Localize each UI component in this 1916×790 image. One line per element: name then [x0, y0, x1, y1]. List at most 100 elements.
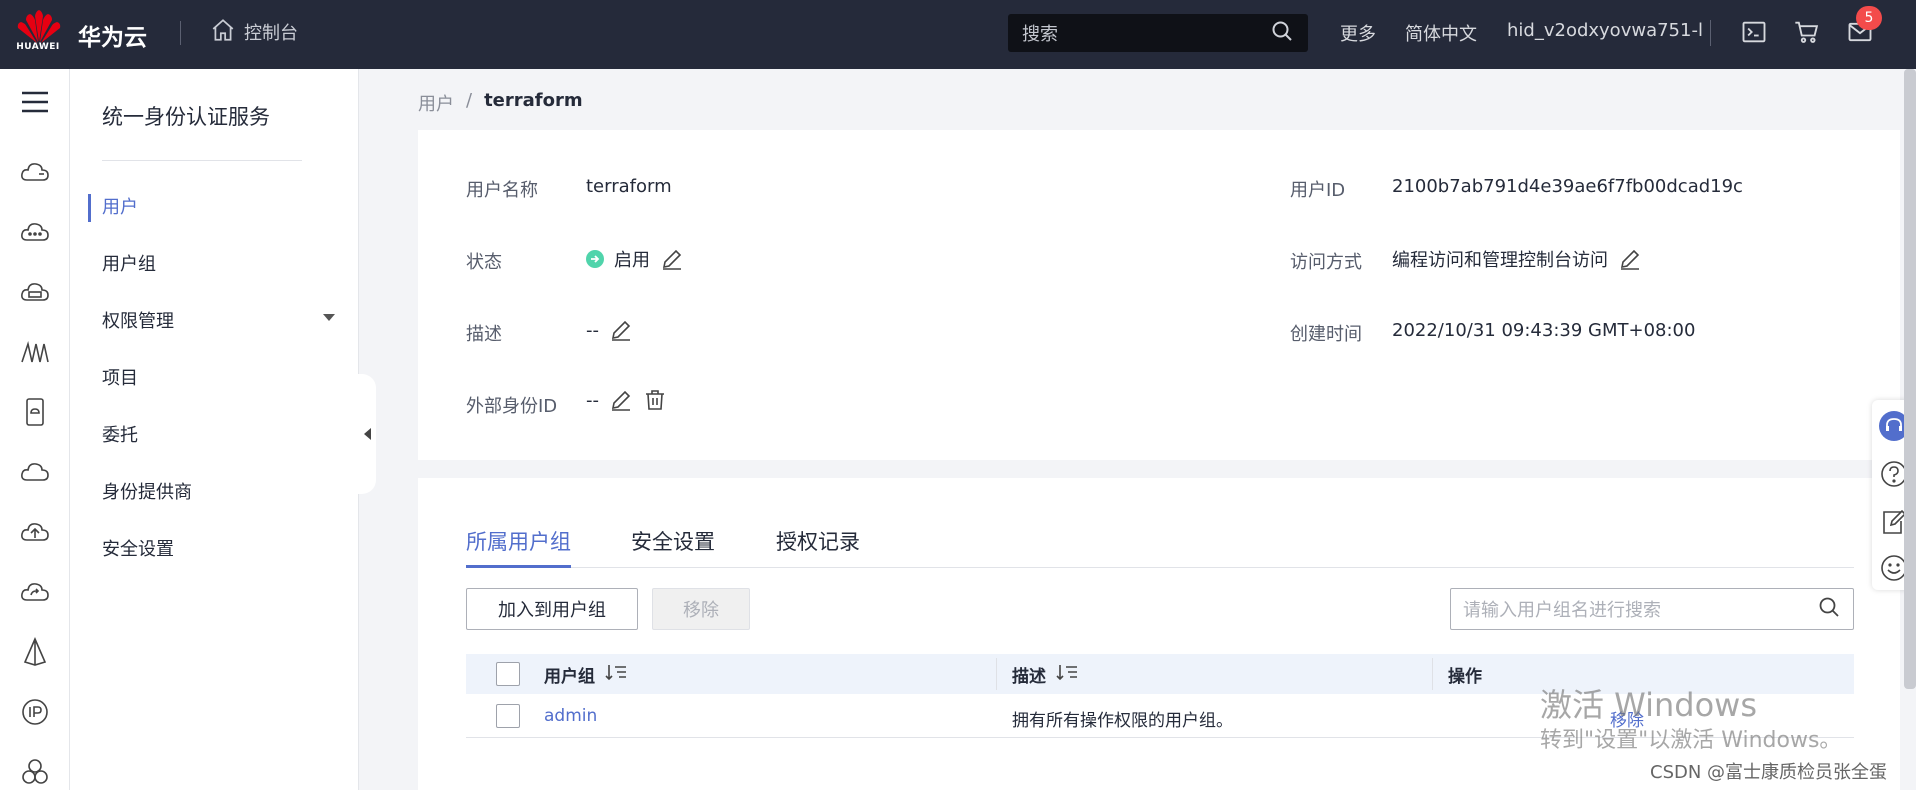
- menu-icon[interactable]: [18, 85, 52, 119]
- tower-icon[interactable]: [18, 635, 52, 669]
- sidebar-item-user-groups[interactable]: 用户组: [102, 250, 156, 276]
- cloud-more-icon[interactable]: [18, 215, 52, 249]
- group-name-link[interactable]: admin: [544, 706, 597, 726]
- external-id-label: 外部身份ID: [466, 396, 558, 417]
- group-search-placeholder: 请输入用户组名进行搜索: [1463, 600, 1661, 621]
- add-to-group-button[interactable]: 加入到用户组: [466, 588, 638, 630]
- username-text: terraform: [586, 176, 672, 197]
- ip-icon[interactable]: [18, 695, 52, 729]
- sidebar-item-security-settings[interactable]: 安全设置: [102, 535, 174, 561]
- sidebar-title: 统一身份认证服务: [102, 105, 270, 129]
- cloud-server-icon[interactable]: [18, 155, 52, 189]
- logo-text: HUAWEI: [16, 42, 60, 52]
- external-id-text: --: [586, 389, 599, 411]
- column-divider: [996, 658, 997, 690]
- row-checkbox[interactable]: [496, 704, 520, 728]
- more-link[interactable]: 更多: [1340, 20, 1376, 46]
- windows-activation-subtitle: 转到"设置"以激活 Windows。: [1540, 728, 1842, 753]
- column-description-label: 描述: [1012, 667, 1046, 687]
- column-action-label: 操作: [1448, 667, 1482, 687]
- console-label: 控制台: [244, 23, 298, 44]
- column-group-header[interactable]: 用户组: [544, 662, 627, 687]
- column-action-header: 操作: [1448, 662, 1482, 687]
- csdn-watermark: CSDN @富士康质检员张全蛋: [1650, 762, 1888, 783]
- created-time-label: 创建时间: [1290, 324, 1362, 345]
- column-divider: [1432, 658, 1433, 690]
- sidebar-item-users[interactable]: 用户: [102, 193, 138, 219]
- username-value: terraform: [586, 176, 672, 197]
- delete-external-id-icon[interactable]: [643, 388, 667, 412]
- console-link[interactable]: 控制台: [210, 18, 298, 46]
- sidebar-item-agencies[interactable]: 委托: [102, 421, 138, 447]
- sidebar-active-indicator: [88, 194, 91, 222]
- top-bar: HUAWEI 华为云 控制台 搜索 更多 简体中文 hid_v2odxyovwa…: [0, 0, 1916, 69]
- terminal-icon[interactable]: [1740, 18, 1768, 46]
- windows-activation-title: 激活 Windows: [1540, 686, 1758, 724]
- edit-external-id-icon[interactable]: [609, 388, 633, 412]
- topbar-divider: [180, 21, 181, 45]
- tab-bar: 所属用户组 安全设置 授权记录: [466, 526, 1854, 568]
- topbar-divider: [1710, 20, 1711, 46]
- tab-security-settings[interactable]: 安全设置: [631, 526, 715, 568]
- home-icon: [210, 17, 236, 48]
- user-id-text: 2100b7ab791d4e39ae6f7fb00dcad19c: [1392, 176, 1743, 197]
- sort-icon[interactable]: [605, 663, 627, 686]
- global-search-input[interactable]: 搜索: [1008, 14, 1308, 52]
- group-description: 拥有所有操作权限的用户组。: [1012, 711, 1233, 731]
- sidebar: 统一身份认证服务 用户 用户组 权限管理 项目 委托 身份提供商 安全设置: [70, 69, 359, 790]
- phone-cloud-icon[interactable]: [18, 395, 52, 429]
- cluster-icon[interactable]: [18, 755, 52, 789]
- created-time-value: 2022/10/31 09:43:39 GMT+08:00: [1392, 320, 1695, 341]
- edit-description-icon[interactable]: [609, 318, 633, 342]
- cloud-storage-icon[interactable]: [18, 275, 52, 309]
- sort-icon[interactable]: [1056, 663, 1078, 686]
- access-mode-text: 编程访问和管理控制台访问: [1392, 250, 1608, 271]
- status-text: 启用: [614, 250, 650, 271]
- description-value: --: [586, 318, 633, 342]
- user-detail-card: 用户名称 terraform 状态 启用 描述 -- 外部身份ID -- 用户I…: [418, 130, 1900, 460]
- status-enabled-icon: [586, 250, 604, 268]
- page-scrollbar[interactable]: [1904, 69, 1916, 689]
- user-id-label: 用户ID: [1290, 180, 1346, 201]
- breadcrumb-parent[interactable]: 用户: [418, 90, 454, 116]
- edit-access-mode-icon[interactable]: [1618, 247, 1642, 271]
- search-icon[interactable]: [1270, 19, 1294, 48]
- group-search-input[interactable]: 请输入用户组名进行搜索: [1450, 588, 1854, 630]
- network-icon[interactable]: [18, 335, 52, 369]
- huawei-logo-icon[interactable]: [14, 10, 64, 60]
- sidebar-item-permissions[interactable]: 权限管理: [102, 307, 174, 333]
- select-all-checkbox[interactable]: [496, 662, 520, 686]
- remove-button[interactable]: 移除: [652, 588, 750, 630]
- sidebar-item-identity-providers[interactable]: 身份提供商: [102, 478, 192, 504]
- cloud-upload-icon[interactable]: [18, 515, 52, 549]
- chevron-left-icon: [363, 428, 371, 440]
- username-menu[interactable]: hid_v2odxyovwa751-l: [1507, 20, 1703, 41]
- cloud-refresh-icon[interactable]: [18, 575, 52, 609]
- column-group-label: 用户组: [544, 667, 595, 687]
- tab-authorization-records[interactable]: 授权记录: [776, 526, 860, 568]
- sidebar-collapse-button[interactable]: [358, 374, 376, 494]
- service-icon-rail: [0, 69, 70, 790]
- external-id-value: --: [586, 388, 667, 412]
- description-text: --: [586, 319, 599, 341]
- description-label: 描述: [466, 324, 502, 345]
- username-label: 用户名称: [466, 180, 538, 201]
- tab-user-groups[interactable]: 所属用户组: [466, 526, 571, 568]
- status-value: 启用: [586, 246, 684, 272]
- cloud-icon[interactable]: [18, 455, 52, 489]
- column-description-header[interactable]: 描述: [1012, 662, 1078, 687]
- edit-status-icon[interactable]: [660, 247, 684, 271]
- search-icon[interactable]: [1817, 595, 1841, 624]
- breadcrumb: 用户 / terraform: [418, 90, 583, 116]
- access-mode-value: 编程访问和管理控制台访问: [1392, 246, 1642, 272]
- sidebar-divider: [102, 160, 302, 161]
- breadcrumb-current: terraform: [484, 90, 583, 111]
- sidebar-item-projects[interactable]: 项目: [102, 364, 138, 390]
- cart-icon[interactable]: [1793, 18, 1821, 46]
- brand-title[interactable]: 华为云: [78, 18, 147, 52]
- access-mode-label: 访问方式: [1290, 252, 1362, 273]
- search-placeholder: 搜索: [1022, 24, 1058, 45]
- chevron-down-icon[interactable]: [323, 314, 335, 321]
- breadcrumb-separator: /: [466, 90, 473, 111]
- language-switch[interactable]: 简体中文: [1405, 20, 1477, 46]
